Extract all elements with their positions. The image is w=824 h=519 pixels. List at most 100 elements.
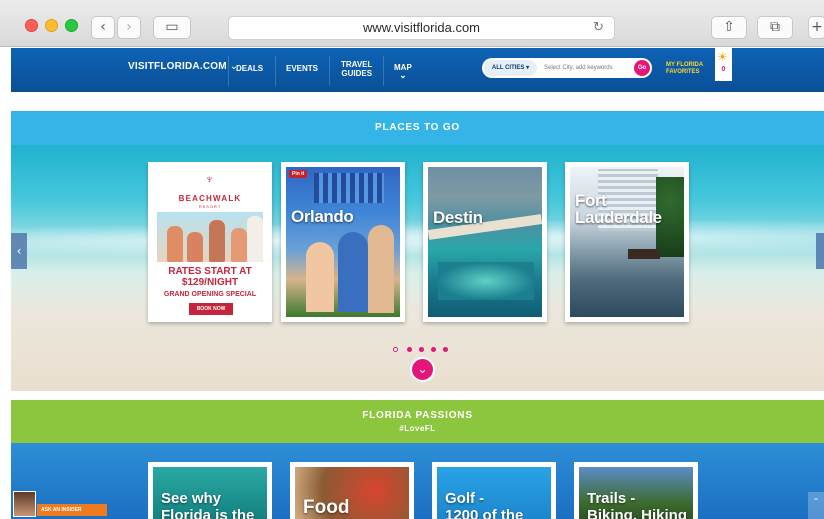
pin-it-button[interactable]: Pin it (289, 170, 308, 178)
person-figure (338, 232, 368, 312)
person-figure (231, 228, 247, 262)
back-to-top-button[interactable]: ⌃ (808, 492, 824, 519)
new-tab-button[interactable]: + (808, 16, 824, 39)
address-bar[interactable]: www.visitflorida.com ↻ (228, 16, 615, 40)
address-url: www.visitflorida.com (362, 20, 481, 35)
nav-travel-guides[interactable]: TRAVEL GUIDES (341, 60, 372, 78)
passion-label: See why Florida is the (161, 490, 255, 519)
beachwalk-ad-card[interactable]: ♆ BEACHWALK RESORT RATES START AT $129/N… (148, 162, 272, 322)
favorites-badge[interactable]: ☀ 0 (715, 48, 732, 81)
family-photo (157, 212, 263, 262)
surf-decoration (11, 221, 824, 261)
share-button[interactable]: ⇧ (711, 16, 747, 39)
ad-image: ♆ BEACHWALK RESORT RATES START AT $129/N… (153, 167, 267, 317)
nav-divider (329, 56, 330, 86)
ride-silhouette (314, 173, 384, 203)
carousel-dot[interactable] (431, 347, 436, 352)
nav-divider (228, 56, 229, 86)
fort-lauderdale-image: Fort Lauderdale (570, 167, 684, 317)
carousel-dot[interactable] (393, 347, 398, 352)
reload-icon[interactable]: ↻ (593, 17, 604, 39)
place-card-destin[interactable]: Destin (423, 162, 547, 322)
place-label: Destin (433, 208, 483, 227)
forward-icon: › (126, 19, 132, 35)
logo-text: VISITFLORIDA.COM (128, 61, 227, 72)
tabs-icon: ⧉ (770, 19, 780, 35)
passion-label: Golf - 1200 of the (445, 490, 524, 519)
book-now-button[interactable]: BOOK NOW (189, 303, 233, 315)
passion-card-see-why[interactable]: See why Florida is the (148, 462, 272, 519)
orlando-image: Pin it Orlando (286, 167, 400, 317)
minimize-window-button[interactable] (45, 19, 58, 32)
site-header: VISITFLORIDA.COM ⌄ DEALS EVENTS TRAVEL GU… (11, 48, 824, 92)
tabs-button[interactable]: ⧉ (757, 16, 793, 39)
harbor-water (438, 262, 534, 300)
plus-icon: + (811, 19, 823, 35)
passion-image: Trails - Biking, Hiking (579, 467, 693, 519)
boat (628, 249, 660, 259)
chevron-up-icon: ⌃ (812, 497, 820, 506)
search-input[interactable]: Select City, add keywords (544, 58, 613, 78)
passion-image: Food (295, 467, 409, 519)
share-icon: ⇧ (723, 19, 735, 35)
back-button[interactable]: ‹ (91, 16, 115, 39)
carousel-next-arrow[interactable] (816, 233, 824, 269)
ad-rate: RATES START AT $129/NIGHT (168, 266, 252, 288)
nav-map[interactable]: MAP ⌄ (394, 63, 412, 80)
passions-carousel (11, 443, 824, 519)
nav-events[interactable]: EVENTS (286, 64, 318, 73)
person-figure (306, 242, 334, 312)
place-label: Fort Lauderdale (575, 191, 662, 227)
site-logo[interactable]: VISITFLORIDA.COM ⌄ (128, 61, 238, 72)
passion-label: Food (303, 497, 350, 518)
city-select[interactable]: ALL CITIES ▾ (484, 60, 537, 76)
places-heading: PLACES TO GO (11, 111, 824, 145)
ask-an-insider-widget[interactable]: ASK AN INSIDER (11, 491, 111, 519)
person-figure (167, 226, 183, 262)
sidebar-button[interactable]: ▭ (153, 16, 191, 39)
passion-label: Trails - Biking, Hiking (587, 490, 688, 519)
browser-window: ‹ › ▭ www.visitflorida.com ↻ ⇧ ⧉ + VISIT… (0, 0, 824, 519)
chevron-down-icon: ⌄ (417, 362, 428, 376)
person-figure (209, 220, 225, 262)
passions-hashtag: #LoveFL (399, 424, 436, 433)
person-figure (368, 225, 394, 313)
person-figure (247, 216, 263, 262)
chevron-down-icon: ⌄ (399, 70, 407, 80)
resort-logo-icon: ♆ (205, 172, 214, 186)
ad-brand: BEACHWALK (178, 194, 242, 203)
back-icon: ‹ (100, 19, 106, 35)
place-card-orlando[interactable]: Pin it Orlando (281, 162, 405, 322)
forward-button[interactable]: › (117, 16, 141, 39)
search-go-button[interactable]: Go (634, 60, 650, 76)
place-card-fort-lauderdale[interactable]: Fort Lauderdale (565, 162, 689, 322)
passion-image: Golf - 1200 of the (437, 467, 551, 519)
nav-divider (275, 56, 276, 86)
my-favorites-link[interactable]: MY FLORIDA FAVORITES (666, 62, 703, 76)
sidebar-icon: ▭ (165, 19, 179, 35)
passions-heading: FLORIDA PASSIONS (362, 410, 473, 421)
browser-toolbar: ‹ › ▭ www.visitflorida.com ↻ ⇧ ⧉ + (0, 0, 824, 47)
passion-card-food[interactable]: Food (290, 462, 414, 519)
avatar (13, 491, 36, 517)
carousel-dot[interactable] (443, 347, 448, 352)
scroll-down-button[interactable]: ⌄ (410, 357, 435, 382)
nav-divider (383, 56, 384, 86)
nav-deals[interactable]: DEALS (236, 64, 263, 73)
close-window-button[interactable] (25, 19, 38, 32)
passion-card-golf[interactable]: Golf - 1200 of the (432, 462, 556, 519)
ask-an-insider-label: ASK AN INSIDER (37, 504, 107, 516)
place-label: Orlando (291, 207, 354, 226)
carousel-dot[interactable] (419, 347, 424, 352)
passion-card-trails[interactable]: Trails - Biking, Hiking (574, 462, 698, 519)
places-carousel (11, 145, 824, 391)
zoom-window-button[interactable] (65, 19, 78, 32)
carousel-dot[interactable] (407, 347, 412, 352)
person-figure (187, 232, 203, 262)
carousel-prev-arrow[interactable]: ‹ (11, 233, 27, 269)
sun-icon: ☀ (717, 50, 728, 64)
ad-resort: RESORT (198, 204, 222, 209)
passions-section-header: FLORIDA PASSIONS #LoveFL (11, 400, 824, 443)
destin-image: Destin (428, 167, 542, 317)
favorites-count: 0 (721, 66, 726, 73)
